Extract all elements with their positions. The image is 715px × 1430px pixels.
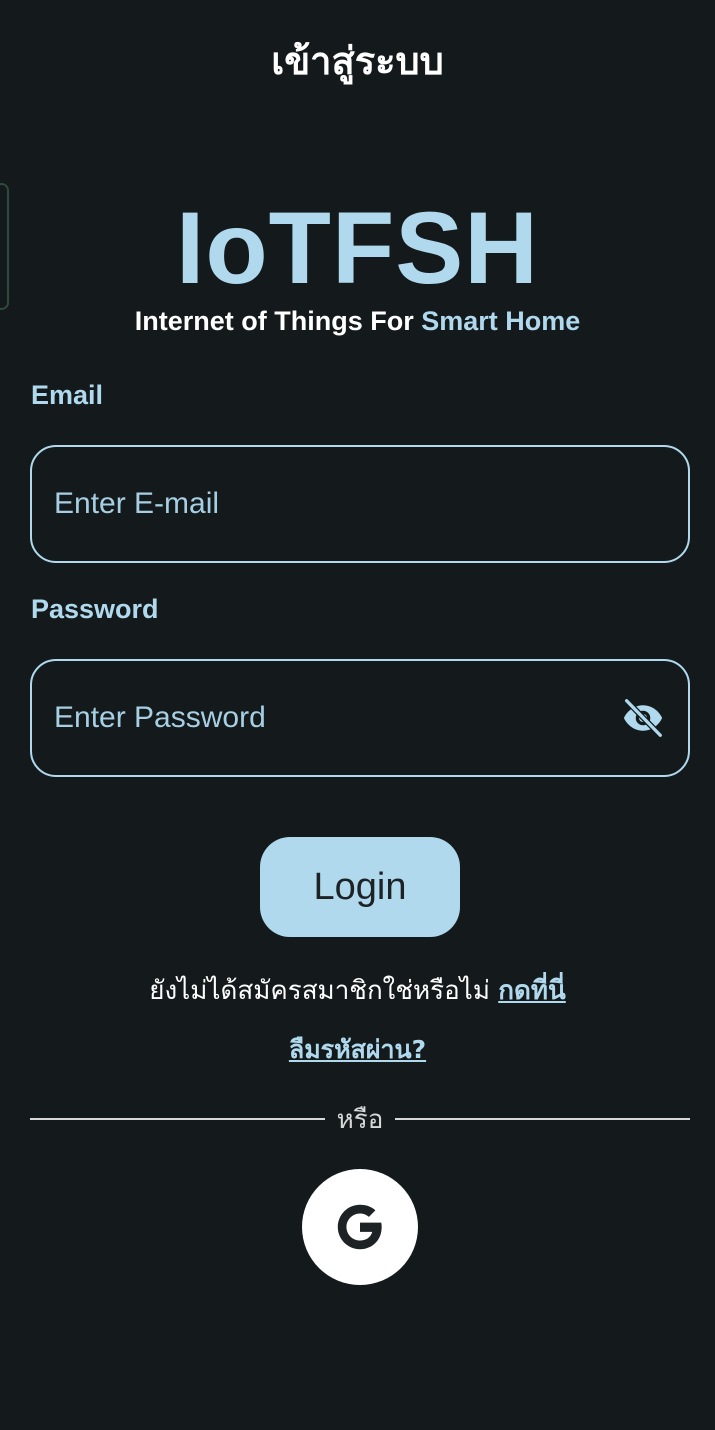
page-title: เข้าสู่ระบบ bbox=[271, 39, 444, 83]
signup-text: ยังไม่ได้สมัครสมาชิกใช่หรือไม่ bbox=[149, 976, 499, 1006]
forgot-password-link[interactable]: ลืมรหัสผ่าน? bbox=[289, 1035, 426, 1064]
signup-link[interactable]: กดที่นี่ bbox=[498, 976, 566, 1006]
login-screen: เข้าสู่ระบบ IoTFSH Internet of Things Fo… bbox=[0, 0, 715, 1430]
app-logo-title: IoTFSH bbox=[176, 191, 539, 305]
google-login-button[interactable] bbox=[302, 1169, 418, 1285]
eye-off-icon[interactable] bbox=[620, 698, 666, 738]
divider-line-right bbox=[395, 1118, 690, 1120]
password-label: Password bbox=[31, 594, 159, 624]
forgot-password-row: ลืมรหัสผ่าน? bbox=[0, 1030, 715, 1070]
email-input[interactable] bbox=[54, 487, 666, 521]
password-input[interactable] bbox=[54, 701, 620, 735]
app-logo-subtitle: Internet of Things For Smart Home bbox=[0, 306, 715, 337]
password-field[interactable] bbox=[30, 659, 690, 777]
subtitle-accent: Smart Home bbox=[421, 306, 581, 336]
divider-text: หรือ bbox=[336, 1104, 384, 1135]
or-divider: หรือ bbox=[30, 1104, 690, 1135]
google-icon bbox=[337, 1204, 382, 1250]
subtitle-prefix: Internet of Things For bbox=[134, 306, 422, 336]
signup-prompt: ยังไม่ได้สมัครสมาชิกใช่หรือไม่ กดที่นี่ bbox=[0, 970, 715, 1011]
email-field[interactable] bbox=[30, 445, 690, 563]
login-button[interactable]: Login bbox=[260, 837, 460, 937]
email-label: Email bbox=[31, 380, 104, 410]
divider-line-left bbox=[30, 1118, 325, 1120]
